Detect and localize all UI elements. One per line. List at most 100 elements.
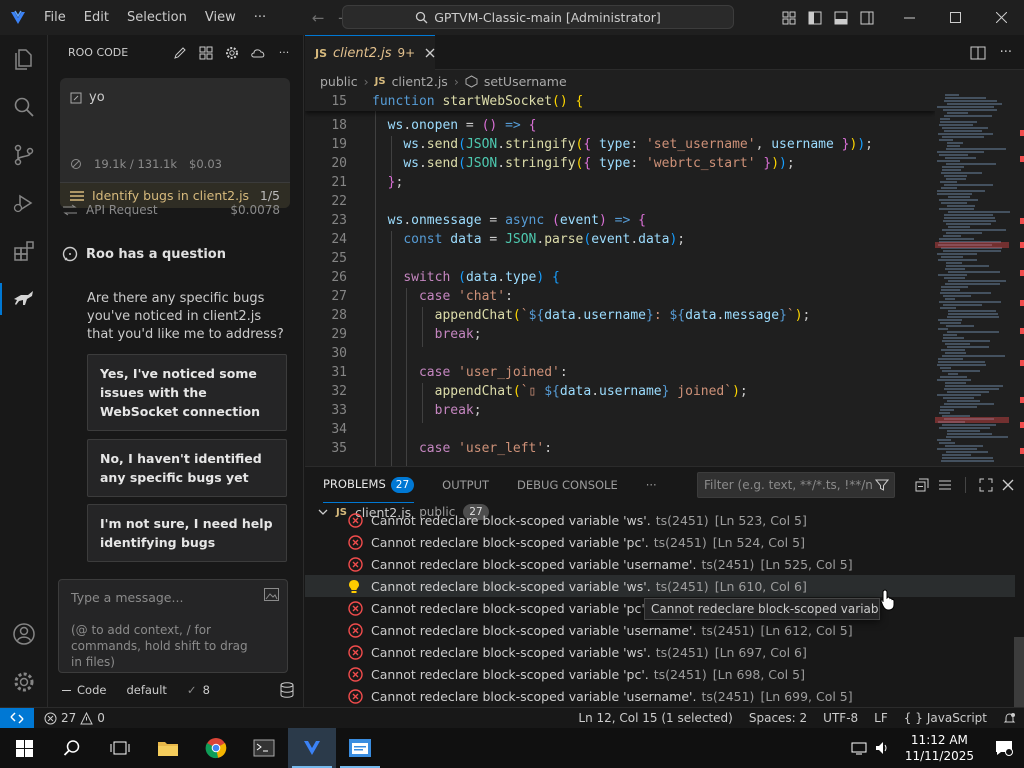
cloud-icon[interactable] [247,42,269,64]
cursor-position[interactable]: Ln 12, Col 15 (1 selected) [570,711,740,725]
vscode-taskbar-icon[interactable] [288,728,336,768]
tab-debug-console[interactable]: DEBUG CONSOLE [517,478,618,492]
run-debug-icon[interactable] [0,179,48,227]
problems-filter-input[interactable]: Filter (e.g. text, **/*.ts, !**/nod... [697,472,895,498]
task-view-icon[interactable] [96,728,144,768]
search-icon[interactable] [0,83,48,131]
menu-file[interactable]: File [35,0,75,35]
lightbulb-icon[interactable] [348,579,368,594]
remote-indicator-icon[interactable] [0,707,34,729]
back-arrow-icon[interactable]: ← [305,9,331,27]
customize-layout-icon[interactable] [776,0,802,35]
minimap-line [948,313,998,315]
file-explorer-icon[interactable] [144,728,192,768]
indentation[interactable]: Spaces: 2 [741,711,815,725]
js-file-icon: JS [315,46,328,60]
problem-message: Cannot redeclare block-scoped variable '… [371,534,649,550]
task-header-card[interactable]: yo 19.1k / 131.1k $0.03 Identify bugs in… [60,78,290,208]
new-task-pencil-icon[interactable] [169,42,191,64]
close-tab-icon[interactable] [425,48,435,58]
view-as-list-icon[interactable] [938,478,952,492]
app-window-taskbar-icon[interactable] [336,728,384,768]
toggle-panel-icon[interactable] [828,0,854,35]
roo-code-kangaroo-icon[interactable] [0,275,48,323]
breadcrumb-folder[interactable]: public [320,74,358,89]
problem-row[interactable]: Cannot redeclare block-scoped variable '… [305,553,1015,575]
extensions-icon[interactable] [0,227,48,275]
error-circle-icon [348,666,368,682]
menu-edit[interactable]: Edit [75,0,118,35]
problem-row[interactable]: Cannot redeclare block-scoped variable '… [305,641,1015,663]
problems-status[interactable]: 27 0 [34,711,113,725]
encoding[interactable]: UTF-8 [815,711,866,725]
problem-row[interactable]: Cannot redeclare block-scoped variable '… [305,531,1015,553]
panel-scrollbar[interactable] [1014,637,1024,707]
breadcrumb-file[interactable]: client2.js [392,74,448,89]
problem-row[interactable]: Cannot redeclare block-scoped variable '… [305,685,1015,707]
minimap-line [939,199,978,201]
volume-icon[interactable] [871,728,895,768]
profile-selector[interactable]: default [126,683,166,697]
menu-more[interactable]: ··· [245,0,275,35]
toggle-secondary-sidebar-icon[interactable] [854,0,880,35]
problem-row[interactable]: Cannot redeclare block-scoped variable '… [305,619,1015,641]
mode-selector[interactable]: Code [62,683,106,697]
maximize-icon[interactable] [932,0,978,35]
chrome-browser-icon[interactable] [192,728,240,768]
close-panel-icon[interactable] [1002,479,1014,491]
minimap-line [940,409,954,411]
chat-input[interactable]: Type a message... (@ to add context, / f… [58,579,288,673]
maximize-panel-icon[interactable] [979,478,993,492]
minimap[interactable] [935,92,1024,466]
taskbar-clock[interactable]: 11:12 AM 11/11/2025 [895,732,984,764]
windows-start-icon[interactable] [0,728,48,768]
sticky-scroll-header[interactable]: 15 function startWebSocket() { [305,92,935,111]
language-mode[interactable]: { } JavaScript [896,711,995,725]
close-window-icon[interactable] [978,0,1024,35]
end-of-line[interactable]: LF [866,711,896,725]
auto-approve-count[interactable]: ✓ 8 [187,683,210,697]
settings-gear-icon[interactable] [221,42,243,64]
split-editor-icon[interactable] [970,46,986,60]
problem-row[interactable]: Cannot redeclare block-scoped variable '… [305,663,1015,685]
taskbar-search-icon[interactable] [48,728,96,768]
tab-problems[interactable]: PROBLEMS 27 [323,467,415,503]
collapse-all-icon[interactable] [915,478,929,492]
suggestion-button-3[interactable]: I'm not sure, I need help identifying bu… [87,504,287,562]
minimap-line [942,166,964,168]
source-control-icon[interactable] [0,131,48,179]
filter-funnel-icon[interactable] [875,478,889,492]
menu-selection[interactable]: Selection [118,0,196,35]
panel-more-tabs[interactable]: ··· [646,478,657,492]
marketplace-icon[interactable] [195,42,217,64]
notifications-bell-icon[interactable] [995,712,1024,725]
tab-output[interactable]: OUTPUT [442,478,489,492]
problem-message: Cannot redeclare block-scoped variable '… [371,600,649,616]
network-icon[interactable] [847,728,871,768]
minimize-icon[interactable] [886,0,932,35]
database-icon[interactable] [280,682,294,698]
settings-gear-icon[interactable] [0,658,48,706]
editor-more-icon[interactable]: ··· [1000,45,1012,60]
command-center-search[interactable]: GPTVM-Classic-main [Administrator] [342,5,734,29]
problem-row[interactable]: Cannot redeclare block-scoped variable '… [305,575,1015,597]
explorer-icon[interactable] [0,35,48,83]
terminal-icon[interactable] [240,728,288,768]
app-logo-icon[interactable] [0,0,35,35]
line-number: 22 [331,194,347,209]
notification-center-icon[interactable] [984,728,1024,768]
api-request-row[interactable]: API Request $0.0078 [62,203,280,217]
problem-row[interactable]: Cannot redeclare block-scoped variable '… [305,509,1015,531]
minimap-line [940,292,991,294]
add-image-icon[interactable] [264,588,279,601]
more-actions-icon[interactable]: ··· [273,42,295,64]
problem-location: [Ln 524, Col 5] [712,534,805,550]
code-editor[interactable]: 15 function startWebSocket() { 18 ws.onop… [305,92,935,466]
menu-view[interactable]: View [196,0,245,35]
tab-client2-js[interactable]: JS client2.js 9+ [305,35,435,70]
breadcrumb-symbol[interactable]: setUsername [484,74,567,89]
suggestion-button-1[interactable]: Yes, I've noticed some issues with the W… [87,354,287,431]
toggle-sidebar-icon[interactable] [802,0,828,35]
suggestion-button-2[interactable]: No, I haven't identified any specific bu… [87,439,287,497]
account-icon[interactable] [0,610,48,658]
